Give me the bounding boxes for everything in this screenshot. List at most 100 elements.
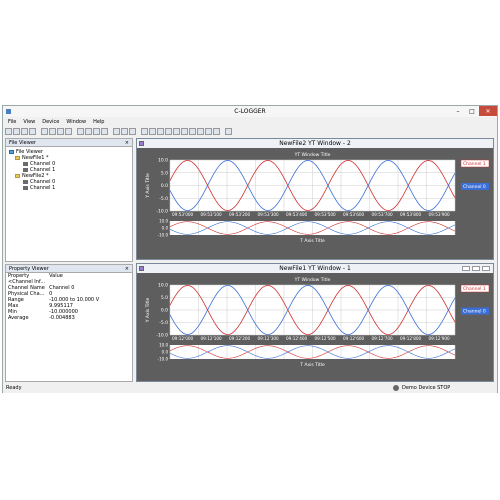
sub-y-tick-label: 10.0	[159, 219, 168, 224]
property-viewer-pane: Property Viewer × Property Value <Channel …	[5, 264, 133, 382]
sub-y-tick-label: -10.0	[158, 233, 169, 238]
toolbar	[5, 127, 232, 136]
menu-device[interactable]: Device	[42, 119, 59, 126]
status-text: Ready	[6, 385, 22, 391]
yt-minimize-button[interactable]	[462, 266, 470, 271]
x-tick-label: 09:12'900	[429, 336, 451, 341]
crosshair-icon[interactable]	[173, 128, 180, 135]
new-file-icon[interactable]	[5, 128, 12, 135]
legend-channel-1-label: Channel 1	[463, 286, 486, 292]
cascade-icon[interactable]	[205, 128, 212, 135]
y-tick-label: 0.0	[161, 308, 168, 314]
y-tick-label: 10.0	[158, 158, 168, 164]
x-tick-label: 09:12'400	[286, 336, 308, 341]
plot-title: YT Window Title	[294, 152, 331, 158]
close-button[interactable]: ✕	[479, 106, 497, 116]
property-row[interactable]: Average -0.004883	[6, 315, 132, 321]
tile-icon[interactable]	[213, 128, 220, 135]
yt-plot[interactable]: YT Window Title Y Axis Title 10.0 5.0 0.0 -5.…	[137, 273, 493, 381]
menu-bar: File View Device Window Help	[3, 119, 104, 126]
title-bar: C-LOGGER – □ ✕	[3, 106, 497, 117]
x-tick-label: 09:53'200	[229, 212, 251, 217]
yt-window-title: NewFile1 YT Window - 1	[279, 265, 351, 272]
stop-icon[interactable]	[65, 128, 72, 135]
y-tick-label: 5.0	[161, 170, 168, 176]
y-tick-label: -5.0	[159, 320, 168, 326]
file-viewer-icon	[9, 150, 14, 154]
help-icon[interactable]	[129, 128, 136, 135]
table-icon[interactable]	[101, 128, 108, 135]
tree-channel-item[interactable]: Channel 1	[9, 185, 129, 191]
y-tick-label: 10.0	[158, 283, 168, 289]
x-axis-title: T Axis Title	[299, 362, 325, 368]
grid-icon[interactable]	[93, 128, 100, 135]
cursor-icon[interactable]	[57, 128, 64, 135]
device-status-text: Demo Device STOP	[402, 385, 451, 391]
zoom-out-icon[interactable]	[149, 128, 156, 135]
y-tick-label: 0.0	[161, 183, 168, 189]
maximize-button[interactable]: □	[465, 106, 479, 116]
y-axis-title: Y Axis Title	[145, 173, 151, 199]
menu-help[interactable]: Help	[93, 119, 104, 126]
x-tick-label: 09:53'100	[201, 212, 223, 217]
x-tick-label: 09:12'000	[172, 336, 194, 341]
yt-close-button[interactable]	[482, 266, 490, 271]
legend-channel-0-label: Channel 0	[463, 309, 486, 315]
list-icon[interactable]	[225, 128, 232, 135]
start-icon[interactable]	[41, 128, 48, 135]
yt-window-header: NewFile2 YT Window - 2	[137, 139, 493, 148]
x-tick-label: 09:53'300	[258, 212, 280, 217]
sub-y-tick-label: -10.0	[158, 357, 169, 362]
save-icon[interactable]	[21, 128, 28, 135]
layout-icon[interactable]	[85, 128, 92, 135]
main-window: C-LOGGER – □ ✕ File View Device Window H…	[2, 105, 498, 393]
menu-window[interactable]: Window	[66, 119, 86, 126]
window-icon[interactable]	[77, 128, 84, 135]
menu-view[interactable]: View	[23, 119, 35, 126]
x-tick-label: 09:12'100	[201, 336, 223, 341]
x-tick-label: 09:53'400	[286, 212, 308, 217]
plot-title: YT Window Title	[294, 277, 331, 283]
status-bar: Ready Demo Device STOP	[3, 383, 497, 393]
fit-x-icon[interactable]	[197, 128, 204, 135]
channel-icon	[23, 186, 28, 190]
channel-icon	[23, 180, 28, 184]
settings-icon[interactable]	[121, 128, 128, 135]
x-tick-label: 09:12'300	[258, 336, 280, 341]
yt-restore-button[interactable]	[472, 266, 480, 271]
x-tick-label: 09:12'500	[315, 336, 337, 341]
yt-window-1[interactable]: NewFile1 YT Window - 1 YT Window Title Y …	[136, 263, 494, 382]
x-tick-label: 09:12'700	[372, 336, 394, 341]
zoom-in-icon[interactable]	[141, 128, 148, 135]
app-title: C-LOGGER	[234, 108, 266, 115]
minimize-button[interactable]: –	[451, 106, 465, 116]
yt-window-2[interactable]: NewFile2 YT Window - 2 YT Window Title Y …	[136, 138, 494, 260]
print-icon[interactable]	[113, 128, 120, 135]
property-viewer-close-icon[interactable]: ×	[125, 266, 129, 272]
legend-channel-0-label: Channel 0	[463, 184, 486, 190]
file-viewer-close-icon[interactable]: ×	[125, 140, 129, 146]
file-viewer-pane: File Viewer × File Viewer NewFile1 * Chan…	[5, 138, 133, 262]
x-tick-label: 09:12'800	[400, 336, 422, 341]
delete-icon[interactable]	[29, 128, 36, 135]
yt-plot[interactable]: YT Window Title Y Axis Title 10.0 5.0 0.0 -5.…	[137, 148, 493, 259]
open-file-icon[interactable]	[13, 128, 20, 135]
yt-window-icon	[139, 141, 144, 146]
file-viewer-title: File Viewer	[9, 139, 36, 146]
yt-window-header: NewFile1 YT Window - 1	[137, 264, 493, 273]
x-tick-label: 09:53'800	[400, 212, 422, 217]
pause-icon[interactable]	[49, 128, 56, 135]
x-tick-label: 09:12'600	[343, 336, 365, 341]
menu-file[interactable]: File	[8, 119, 16, 126]
x-tick-label: 09:53'600	[343, 212, 365, 217]
x-tick-label: 09:53'000	[172, 212, 194, 217]
sub-y-tick-label: 0.0	[162, 350, 169, 355]
sub-y-tick-label: 0.0	[162, 226, 169, 231]
scale-icon[interactable]	[181, 128, 188, 135]
pan-icon[interactable]	[165, 128, 172, 135]
folder-icon	[15, 174, 20, 178]
legend-channel-1-label: Channel 1	[463, 161, 486, 167]
zoom-fit-icon[interactable]	[157, 128, 164, 135]
device-status-icon	[393, 385, 399, 391]
fit-y-icon[interactable]	[189, 128, 196, 135]
